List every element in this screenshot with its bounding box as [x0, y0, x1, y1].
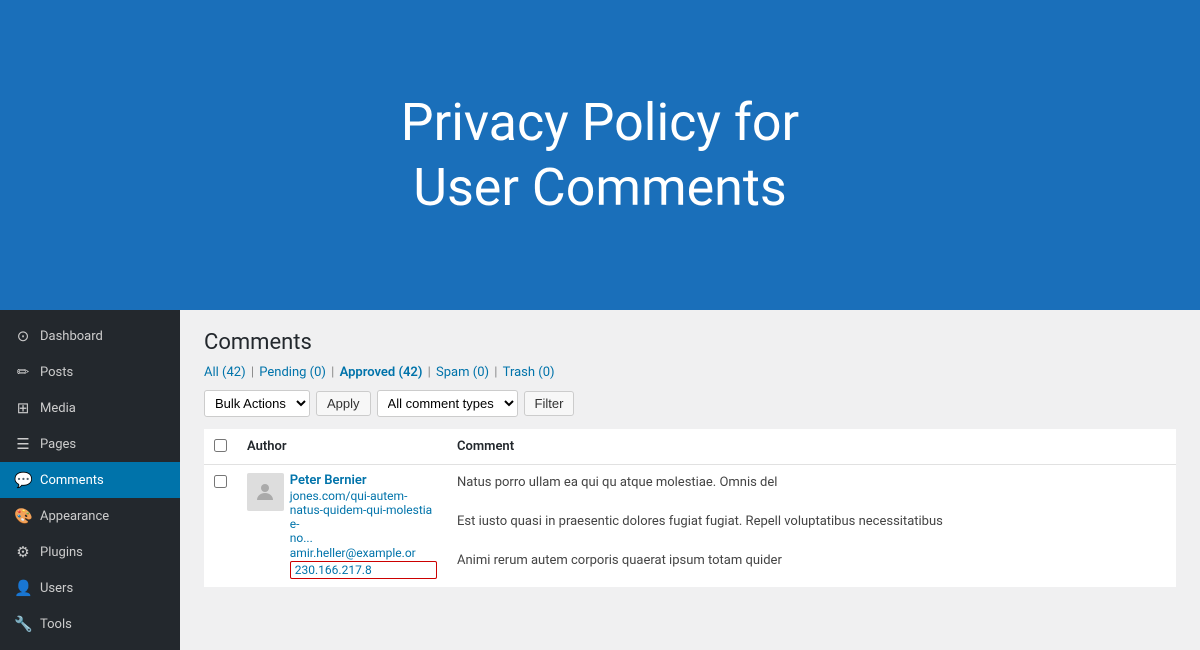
sidebar: ⊙ Dashboard ✏ Posts ⊞ Media ☰ Pages 💬 Co… — [0, 310, 180, 650]
row-checkbox-cell — [204, 465, 237, 588]
filter-trash[interactable]: Trash (0) — [503, 365, 555, 380]
sidebar-label-dashboard: Dashboard — [40, 329, 103, 344]
page-title: Comments — [204, 330, 1176, 355]
sidebar-item-comments[interactable]: 💬 Comments — [0, 462, 180, 498]
th-author: Author — [237, 429, 447, 465]
avatar — [247, 473, 284, 511]
author-ip[interactable]: 230.166.217.8 — [290, 561, 437, 579]
sidebar-item-appearance[interactable]: 🎨 Appearance — [0, 498, 180, 534]
plugins-icon: ⚙ — [14, 543, 32, 561]
author-link[interactable]: jones.com/qui-autem-natus-quidem-qui-mol… — [290, 489, 437, 545]
sidebar-label-pages: Pages — [40, 437, 76, 452]
author-cell: Peter Bernier jones.com/qui-autem-natus-… — [237, 465, 447, 588]
filter-spam[interactable]: Spam (0) — [436, 365, 489, 380]
sidebar-label-users: Users — [40, 581, 73, 596]
sidebar-label-appearance: Appearance — [40, 509, 109, 524]
sidebar-item-dashboard[interactable]: ⊙ Dashboard — [0, 318, 180, 354]
author-email[interactable]: amir.heller@example.or — [290, 546, 437, 560]
filter-all[interactable]: All (42) — [204, 365, 246, 380]
comments-icon: 💬 — [14, 471, 32, 489]
select-all-checkbox[interactable] — [214, 439, 227, 452]
apply-button[interactable]: Apply — [316, 391, 371, 416]
author-name[interactable]: Peter Bernier — [290, 473, 437, 488]
sidebar-label-comments: Comments — [40, 473, 104, 488]
filter-links: All (42) | Pending (0) | Approved (42) |… — [204, 365, 1176, 380]
sidebar-item-posts[interactable]: ✏ Posts — [0, 354, 180, 390]
tools-icon: 🔧 — [14, 615, 32, 633]
filter-button[interactable]: Filter — [524, 391, 575, 416]
users-icon: 👤 — [14, 579, 32, 597]
table-row: Peter Bernier jones.com/qui-autem-natus-… — [204, 465, 1176, 588]
sidebar-item-pages[interactable]: ☰ Pages — [0, 426, 180, 462]
row-checkbox[interactable] — [214, 475, 227, 488]
hero-section: Privacy Policy for User Comments — [0, 0, 1200, 310]
sidebar-item-users[interactable]: 👤 Users — [0, 570, 180, 606]
sidebar-item-tools[interactable]: 🔧 Tools — [0, 606, 180, 642]
filter-pending[interactable]: Pending (0) — [259, 365, 326, 380]
media-icon: ⊞ — [14, 399, 32, 417]
hero-title: Privacy Policy for User Comments — [401, 90, 799, 220]
sidebar-item-plugins[interactable]: ⚙ Plugins — [0, 534, 180, 570]
th-checkbox — [204, 429, 237, 465]
posts-icon: ✏ — [14, 363, 32, 381]
bulk-actions-dropdown[interactable]: Bulk Actions — [204, 390, 310, 417]
sidebar-item-media[interactable]: ⊞ Media — [0, 390, 180, 426]
bottom-section: ⊙ Dashboard ✏ Posts ⊞ Media ☰ Pages 💬 Co… — [0, 310, 1200, 650]
appearance-icon: 🎨 — [14, 507, 32, 525]
sidebar-label-plugins: Plugins — [40, 545, 83, 560]
comment-types-dropdown[interactable]: All comment types — [377, 390, 518, 417]
main-content: Comments All (42) | Pending (0) | Approv… — [180, 310, 1200, 650]
comment-text: Natus porro ullam ea qui qu atque molest… — [457, 473, 1166, 571]
th-comment: Comment — [447, 429, 1176, 465]
sidebar-label-media: Media — [40, 401, 76, 416]
sidebar-label-tools: Tools — [40, 617, 72, 632]
comment-cell: Natus porro ullam ea qui qu atque molest… — [447, 465, 1176, 588]
sidebar-label-posts: Posts — [40, 365, 73, 380]
dashboard-icon: ⊙ — [14, 327, 32, 345]
comments-table: Author Comment Peter — [204, 429, 1176, 588]
filter-approved[interactable]: Approved (42) — [340, 365, 423, 380]
actions-bar: Bulk Actions Apply All comment types Fil… — [204, 390, 1176, 417]
pages-icon: ☰ — [14, 435, 32, 453]
